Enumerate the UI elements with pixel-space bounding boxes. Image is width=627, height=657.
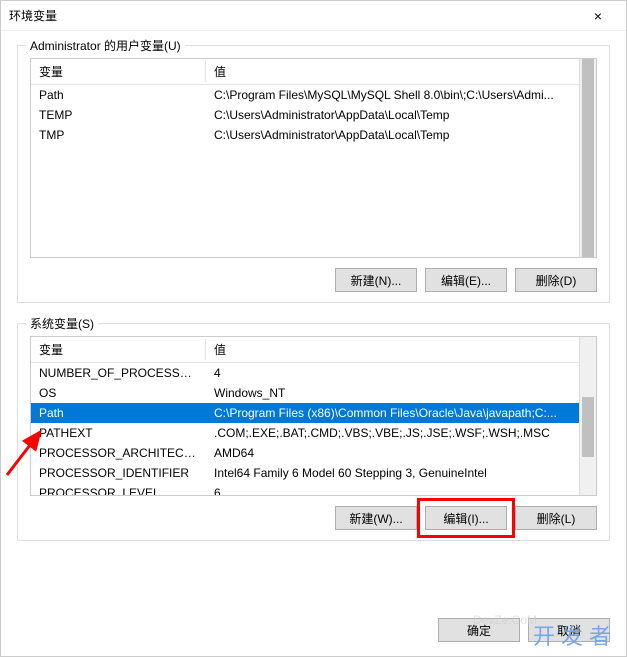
table-row[interactable]: PROCESSOR_IDENTIFIERIntel64 Family 6 Mod… <box>31 463 596 483</box>
user-col-variable[interactable]: 变量 <box>31 59 206 85</box>
table-row[interactable]: PROCESSOR_LEVEL6 <box>31 483 596 496</box>
user-delete-button[interactable]: 删除(D) <box>515 268 597 292</box>
var-value: .COM;.EXE;.BAT;.CMD;.VBS;.VBE;.JS;.JSE;.… <box>206 423 596 443</box>
sys-scrollbar[interactable] <box>579 337 596 495</box>
cancel-button[interactable]: 取消 <box>528 618 610 642</box>
sys-vars-legend: 系统变量(S) <box>26 315 98 332</box>
user-vars-table-wrap: 变量 值 PathC:\Program Files\MySQL\MySQL Sh… <box>30 58 597 258</box>
var-value: 6 <box>206 483 596 496</box>
var-name: NUMBER_OF_PROCESSORS <box>31 363 206 384</box>
var-name: PROCESSOR_ARCHITECT... <box>31 443 206 463</box>
user-scrollbar[interactable] <box>579 59 596 257</box>
var-name: OS <box>31 383 206 403</box>
dialog-button-row: 确定 取消 <box>1 610 626 656</box>
sys-vars-group: 系统变量(S) 变量 值 NUMBER_OF_PROCESSORS4OSWind… <box>17 323 610 541</box>
user-vars-group: Administrator 的用户变量(U) 变量 值 PathC:\Progr… <box>17 45 610 303</box>
var-value: C:\Users\Administrator\AppData\Local\Tem… <box>206 105 596 125</box>
window-title: 环境变量 <box>9 7 578 24</box>
var-name: TEMP <box>31 105 206 125</box>
env-var-dialog: 环境变量 × Administrator 的用户变量(U) 变量 值 PathC… <box>0 0 627 657</box>
user-vars-legend: Administrator 的用户变量(U) <box>26 37 185 54</box>
var-value: C:\Users\Administrator\AppData\Local\Tem… <box>206 125 596 145</box>
table-row[interactable]: PATHEXT.COM;.EXE;.BAT;.CMD;.VBS;.VBE;.JS… <box>31 423 596 443</box>
var-name: TMP <box>31 125 206 145</box>
table-row[interactable]: PROCESSOR_ARCHITECT...AMD64 <box>31 443 596 463</box>
user-new-button[interactable]: 新建(N)... <box>335 268 417 292</box>
var-value: C:\Program Files (x86)\Common Files\Orac… <box>206 403 596 423</box>
user-button-row: 新建(N)... 编辑(E)... 删除(D) <box>30 268 597 292</box>
table-row[interactable]: OSWindows_NT <box>31 383 596 403</box>
var-value: AMD64 <box>206 443 596 463</box>
user-vars-table[interactable]: 变量 值 PathC:\Program Files\MySQL\MySQL Sh… <box>31 59 596 145</box>
var-name: PATHEXT <box>31 423 206 443</box>
sys-edit-button[interactable]: 编辑(I)... <box>425 506 507 530</box>
var-value: C:\Program Files\MySQL\MySQL Shell 8.0\b… <box>206 85 596 106</box>
sys-new-button[interactable]: 新建(W)... <box>335 506 417 530</box>
dialog-content: Administrator 的用户变量(U) 变量 值 PathC:\Progr… <box>1 31 626 610</box>
sys-col-variable[interactable]: 变量 <box>31 337 206 363</box>
table-row[interactable]: PathC:\Program Files\MySQL\MySQL Shell 8… <box>31 85 596 106</box>
var-value: Intel64 Family 6 Model 60 Stepping 3, Ge… <box>206 463 596 483</box>
sys-button-row: 新建(W)... 编辑(I)... 删除(L) <box>30 506 597 530</box>
var-value: 4 <box>206 363 596 384</box>
user-col-value[interactable]: 值 <box>206 59 596 85</box>
table-row[interactable]: TEMPC:\Users\Administrator\AppData\Local… <box>31 105 596 125</box>
table-row[interactable]: TMPC:\Users\Administrator\AppData\Local\… <box>31 125 596 145</box>
user-edit-button[interactable]: 编辑(E)... <box>425 268 507 292</box>
var-name: Path <box>31 85 206 106</box>
table-row[interactable]: NUMBER_OF_PROCESSORS4 <box>31 363 596 384</box>
sys-vars-table-wrap: 变量 值 NUMBER_OF_PROCESSORS4OSWindows_NTPa… <box>30 336 597 496</box>
sys-delete-button[interactable]: 删除(L) <box>515 506 597 530</box>
titlebar: 环境变量 × <box>1 1 626 31</box>
var-name: PROCESSOR_IDENTIFIER <box>31 463 206 483</box>
var-name: PROCESSOR_LEVEL <box>31 483 206 496</box>
close-icon[interactable]: × <box>578 8 618 24</box>
ok-button[interactable]: 确定 <box>438 618 520 642</box>
sys-vars-table[interactable]: 变量 值 NUMBER_OF_PROCESSORS4OSWindows_NTPa… <box>31 337 596 496</box>
table-row[interactable]: PathC:\Program Files (x86)\Common Files\… <box>31 403 596 423</box>
sys-col-value[interactable]: 值 <box>206 337 596 363</box>
var-value: Windows_NT <box>206 383 596 403</box>
var-name: Path <box>31 403 206 423</box>
